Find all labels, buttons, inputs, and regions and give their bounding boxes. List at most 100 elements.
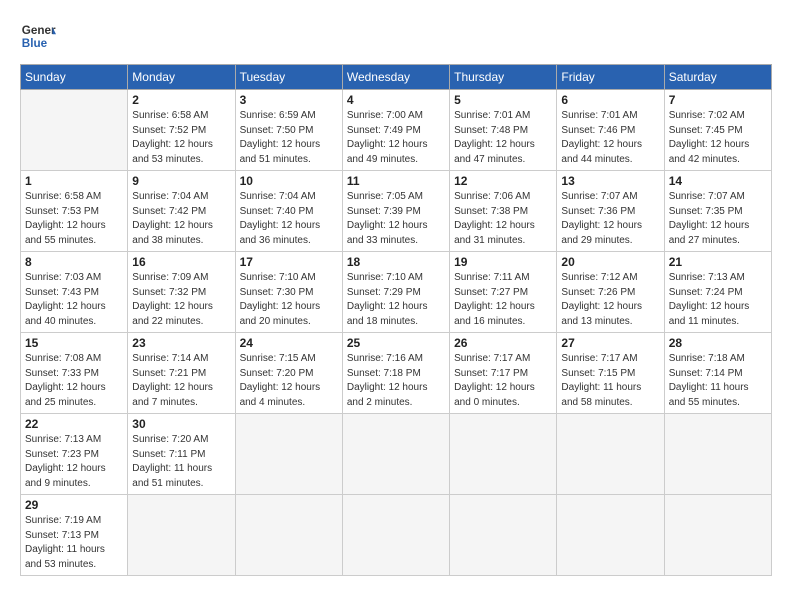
calendar-cell: 26 Sunrise: 7:17 AMSunset: 7:17 PMDayligh…	[450, 333, 557, 414]
day-info: Sunrise: 7:15 AMSunset: 7:20 PMDaylight:…	[240, 352, 338, 410]
day-number: 6	[561, 93, 659, 107]
day-info: Sunrise: 7:14 AMSunset: 7:21 PMDaylight:…	[132, 352, 230, 410]
calendar-cell: 28Sunrise: 7:18 AMSunset: 7:14 PMDayligh…	[664, 333, 771, 414]
day-info: Sunrise: 7:11 AMSunset: 7:27 PMDaylight:…	[454, 271, 552, 329]
day-number: 1	[25, 174, 123, 188]
day-number: 11	[347, 174, 445, 188]
calendar-cell: 23 Sunrise: 7:14 AMSunset: 7:21 PMDayligh…	[128, 333, 235, 414]
day-number: 14	[669, 174, 767, 188]
day-number: 8	[25, 255, 123, 269]
day-number: 26	[454, 336, 552, 350]
calendar-cell: 17 Sunrise: 7:10 AMSunset: 7:30 PMDayligh…	[235, 252, 342, 333]
col-header-sunday: Sunday	[21, 65, 128, 90]
day-number: 24	[240, 336, 338, 350]
calendar-cell	[21, 90, 128, 171]
calendar-cell: 18Sunrise: 7:10 AMSunset: 7:29 PMDayligh…	[342, 252, 449, 333]
calendar-cell	[664, 495, 771, 576]
calendar-cell: 5 Sunrise: 7:01 AMSunset: 7:48 PMDaylight…	[450, 90, 557, 171]
day-number: 17	[240, 255, 338, 269]
calendar-cell: 16 Sunrise: 7:09 AMSunset: 7:32 PMDayligh…	[128, 252, 235, 333]
day-number: 16	[132, 255, 230, 269]
calendar-cell: 20 Sunrise: 7:12 AMSunset: 7:26 PMDayligh…	[557, 252, 664, 333]
day-info: Sunrise: 7:09 AMSunset: 7:32 PMDaylight:…	[132, 271, 230, 329]
day-number: 9	[132, 174, 230, 188]
calendar-cell: 4Sunrise: 7:00 AMSunset: 7:49 PMDaylight…	[342, 90, 449, 171]
col-header-monday: Monday	[128, 65, 235, 90]
day-info: Sunrise: 7:13 AMSunset: 7:23 PMDaylight:…	[25, 433, 123, 491]
day-info: Sunrise: 7:04 AMSunset: 7:42 PMDaylight:…	[132, 190, 230, 248]
calendar-cell	[557, 495, 664, 576]
day-number: 21	[669, 255, 767, 269]
calendar-cell: 15 Sunrise: 7:08 AMSunset: 7:33 PMDayligh…	[21, 333, 128, 414]
day-info: Sunrise: 7:13 AMSunset: 7:24 PMDaylight:…	[669, 271, 767, 329]
day-info: Sunrise: 7:02 AMSunset: 7:45 PMDaylight:…	[669, 109, 767, 167]
col-header-friday: Friday	[557, 65, 664, 90]
calendar-cell: 13Sunrise: 7:07 AMSunset: 7:36 PMDayligh…	[557, 171, 664, 252]
day-number: 10	[240, 174, 338, 188]
calendar-cell: 1 Sunrise: 6:58 AMSunset: 7:53 PMDaylight…	[21, 171, 128, 252]
calendar-cell: 8 Sunrise: 7:03 AMSunset: 7:43 PMDaylight…	[21, 252, 128, 333]
page: General Blue SundayMondayTuesdayWednesda…	[0, 0, 792, 586]
calendar-cell: 22 Sunrise: 7:13 AMSunset: 7:23 PMDayligh…	[21, 414, 128, 495]
day-info: Sunrise: 6:59 AMSunset: 7:50 PMDaylight:…	[240, 109, 338, 167]
day-info: Sunrise: 7:04 AMSunset: 7:40 PMDaylight:…	[240, 190, 338, 248]
calendar-cell	[450, 414, 557, 495]
logo-icon: General Blue	[20, 18, 56, 54]
day-number: 28	[669, 336, 767, 350]
col-header-wednesday: Wednesday	[342, 65, 449, 90]
calendar-cell: 27 Sunrise: 7:17 AMSunset: 7:15 PMDayligh…	[557, 333, 664, 414]
calendar-cell: 11Sunrise: 7:05 AMSunset: 7:39 PMDayligh…	[342, 171, 449, 252]
day-info: Sunrise: 7:20 AMSunset: 7:11 PMDaylight:…	[132, 433, 230, 491]
calendar-cell: 7Sunrise: 7:02 AMSunset: 7:45 PMDaylight…	[664, 90, 771, 171]
day-info: Sunrise: 7:03 AMSunset: 7:43 PMDaylight:…	[25, 271, 123, 329]
day-info: Sunrise: 7:17 AMSunset: 7:15 PMDaylight:…	[561, 352, 659, 410]
day-number: 12	[454, 174, 552, 188]
calendar-cell	[235, 495, 342, 576]
logo: General Blue	[20, 18, 56, 54]
calendar-cell	[235, 414, 342, 495]
calendar-cell: 3 Sunrise: 6:59 AMSunset: 7:50 PMDaylight…	[235, 90, 342, 171]
calendar-cell: 2 Sunrise: 6:58 AMSunset: 7:52 PMDaylight…	[128, 90, 235, 171]
day-number: 23	[132, 336, 230, 350]
day-info: Sunrise: 7:07 AMSunset: 7:36 PMDaylight:…	[561, 190, 659, 248]
calendar-cell: 6Sunrise: 7:01 AMSunset: 7:46 PMDaylight…	[557, 90, 664, 171]
calendar-cell	[664, 414, 771, 495]
day-info: Sunrise: 7:17 AMSunset: 7:17 PMDaylight:…	[454, 352, 552, 410]
day-info: Sunrise: 7:16 AMSunset: 7:18 PMDaylight:…	[347, 352, 445, 410]
day-number: 20	[561, 255, 659, 269]
day-number: 19	[454, 255, 552, 269]
day-info: Sunrise: 7:10 AMSunset: 7:30 PMDaylight:…	[240, 271, 338, 329]
day-info: Sunrise: 6:58 AMSunset: 7:52 PMDaylight:…	[132, 109, 230, 167]
day-number: 2	[132, 93, 230, 107]
calendar-table: SundayMondayTuesdayWednesdayThursdayFrid…	[20, 64, 772, 576]
calendar-cell: 21 Sunrise: 7:13 AMSunset: 7:24 PMDayligh…	[664, 252, 771, 333]
day-number: 22	[25, 417, 123, 431]
day-number: 5	[454, 93, 552, 107]
day-number: 30	[132, 417, 230, 431]
svg-text:General: General	[22, 24, 56, 37]
calendar-cell: 19 Sunrise: 7:11 AMSunset: 7:27 PMDayligh…	[450, 252, 557, 333]
header: General Blue	[20, 18, 772, 54]
calendar-cell: 25 Sunrise: 7:16 AMSunset: 7:18 PMDayligh…	[342, 333, 449, 414]
day-info: Sunrise: 6:58 AMSunset: 7:53 PMDaylight:…	[25, 190, 123, 248]
col-header-tuesday: Tuesday	[235, 65, 342, 90]
day-info: Sunrise: 7:08 AMSunset: 7:33 PMDaylight:…	[25, 352, 123, 410]
calendar-cell: 9 Sunrise: 7:04 AMSunset: 7:42 PMDaylight…	[128, 171, 235, 252]
calendar-cell	[342, 495, 449, 576]
col-header-thursday: Thursday	[450, 65, 557, 90]
day-number: 27	[561, 336, 659, 350]
day-number: 18	[347, 255, 445, 269]
svg-text:Blue: Blue	[22, 37, 48, 50]
day-number: 4	[347, 93, 445, 107]
day-info: Sunrise: 7:01 AMSunset: 7:48 PMDaylight:…	[454, 109, 552, 167]
col-header-saturday: Saturday	[664, 65, 771, 90]
day-info: Sunrise: 7:12 AMSunset: 7:26 PMDaylight:…	[561, 271, 659, 329]
calendar-cell: 14 Sunrise: 7:07 AMSunset: 7:35 PMDayligh…	[664, 171, 771, 252]
day-number: 3	[240, 93, 338, 107]
day-number: 25	[347, 336, 445, 350]
day-info: Sunrise: 7:07 AMSunset: 7:35 PMDaylight:…	[669, 190, 767, 248]
day-number: 15	[25, 336, 123, 350]
calendar-cell	[450, 495, 557, 576]
calendar-cell	[557, 414, 664, 495]
day-number: 29	[25, 498, 123, 512]
